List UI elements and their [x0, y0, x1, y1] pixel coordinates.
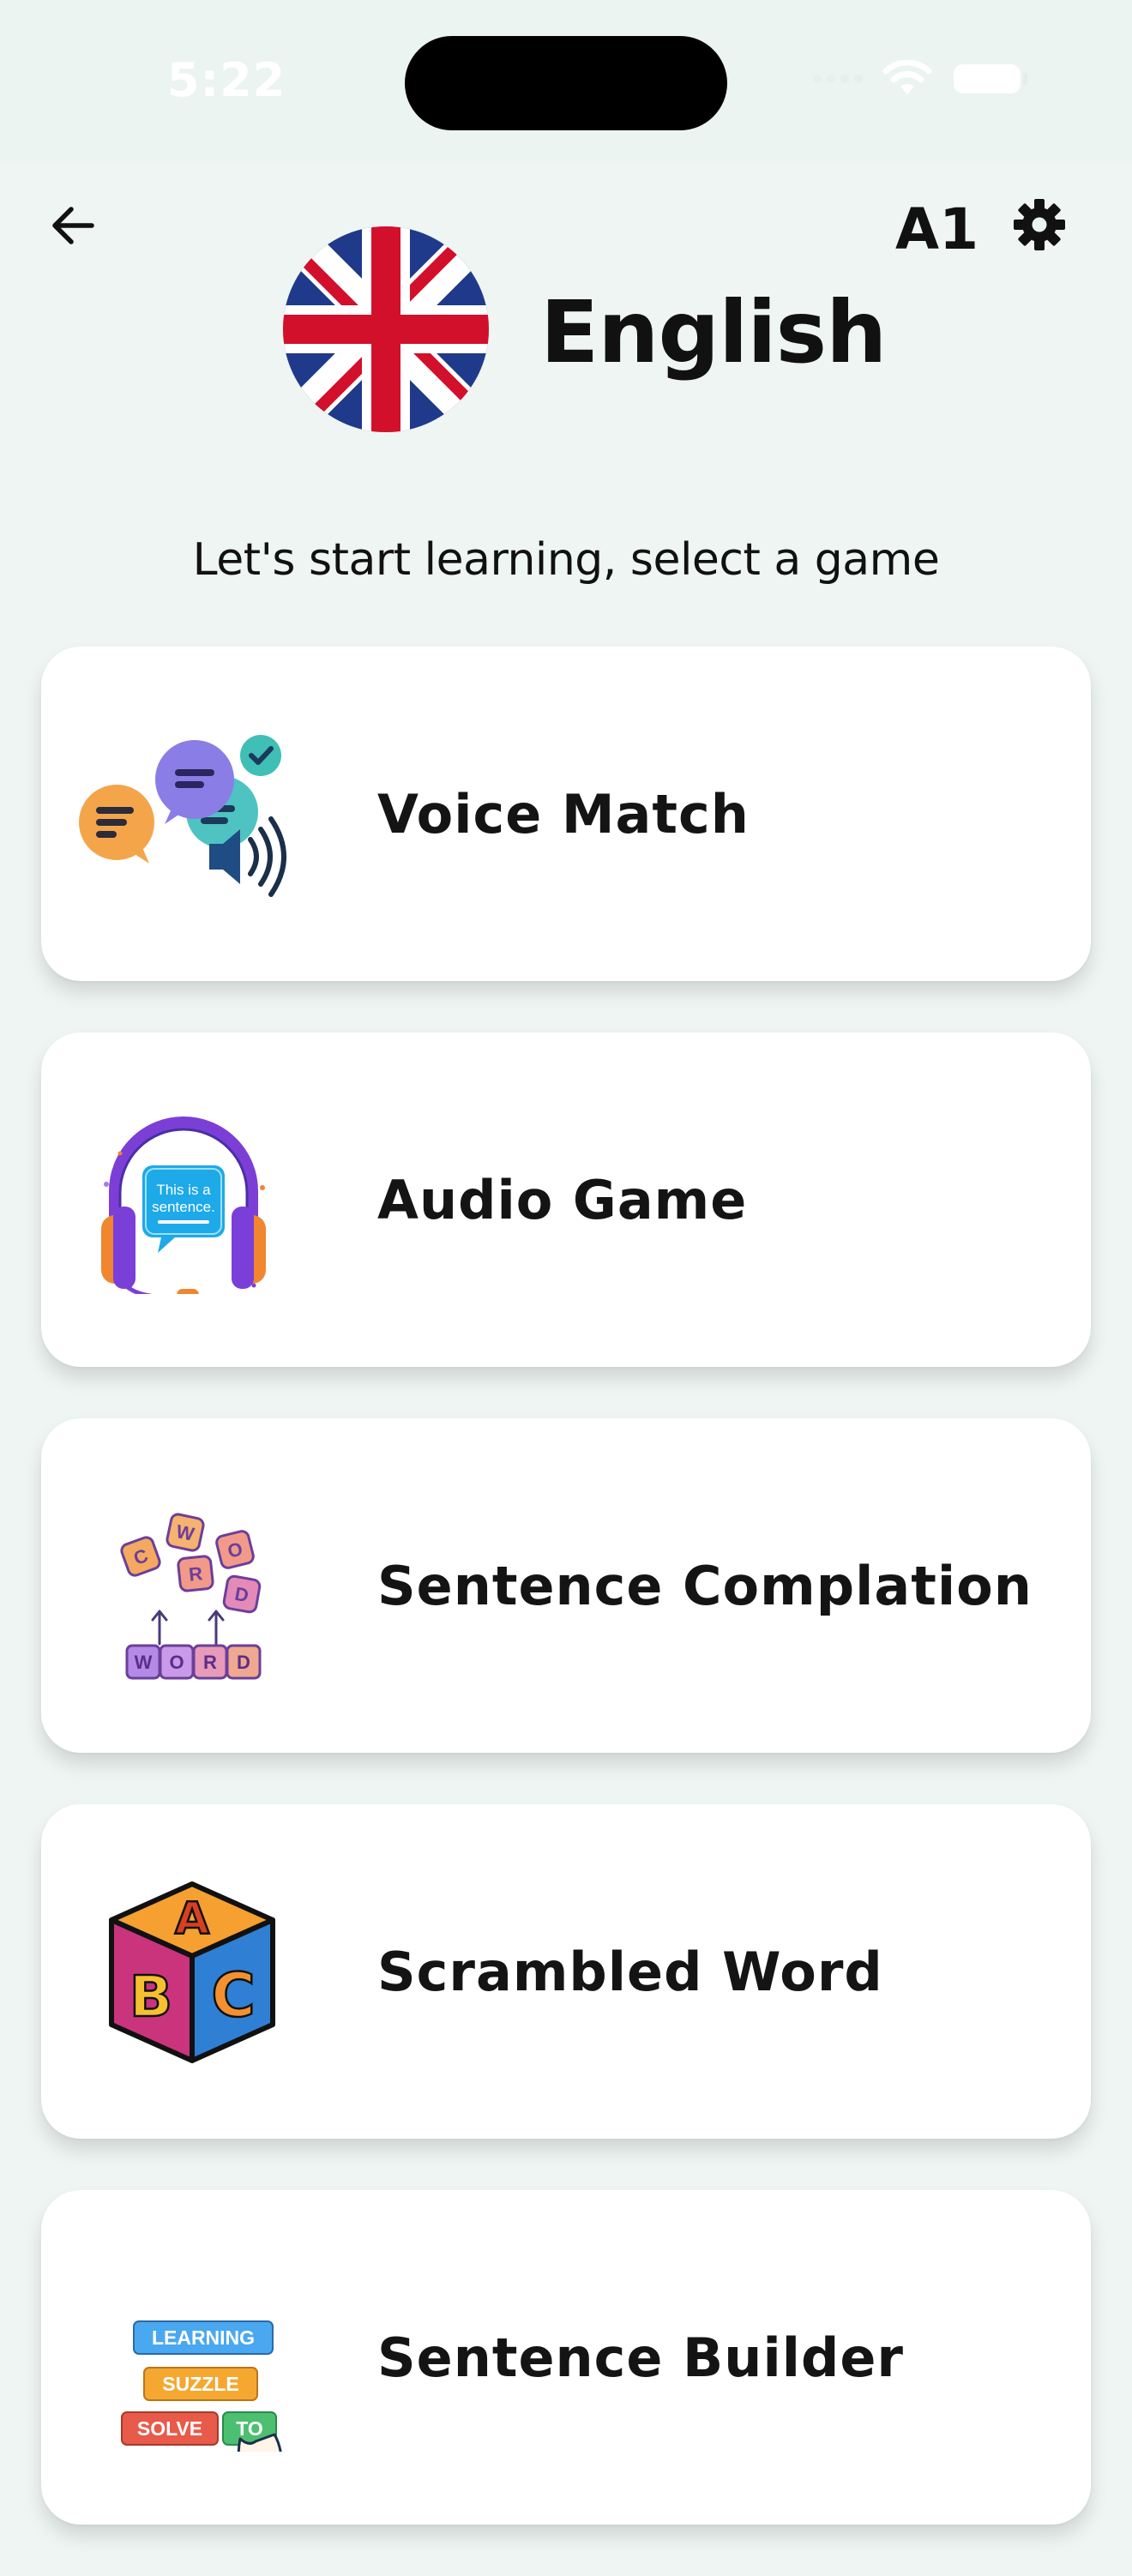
word-blocks-hand-icon: LEARNING SUZZLE SOLVE TO: [72, 2263, 295, 2488]
header: A1 English: [0, 163, 1132, 472]
page-subtitle: Let's start learning, select a game: [192, 534, 940, 586]
status-bar: 5:22: [0, 0, 1132, 163]
tile-letter: O: [169, 1652, 184, 1673]
word-block: SUZZLE: [162, 2373, 238, 2395]
battery-icon: [952, 62, 1029, 96]
tile-letter: W: [135, 1652, 153, 1673]
arrow-left-icon: [49, 202, 97, 253]
wifi-icon: [882, 60, 933, 98]
uk-flag-icon: [283, 226, 489, 432]
status-indicators: [813, 60, 1029, 98]
game-card-sentence-complation[interactable]: C W O R D W O R D Sentence Complation: [41, 1418, 1091, 1753]
tile-letter: R: [188, 1562, 204, 1586]
level-badge[interactable]: A1: [895, 197, 978, 262]
game-label: Sentence Builder: [377, 2326, 904, 2389]
block-letter-a: A: [175, 1893, 209, 1945]
game-list: Voice Match This is a sentence. Audio Ga…: [41, 647, 1091, 2576]
game-card-scrambled-word[interactable]: A B C Scrambled Word: [41, 1804, 1091, 2139]
game-label: Scrambled Word: [377, 1941, 883, 2003]
word-block: TO: [236, 2417, 263, 2440]
tile-letter: D: [237, 1652, 250, 1673]
game-label: Audio Game: [377, 1169, 748, 1231]
tile-letter: R: [203, 1652, 217, 1673]
status-time: 5:22: [167, 53, 286, 107]
word-block: SOLVE: [137, 2417, 202, 2440]
settings-button[interactable]: [1009, 196, 1070, 257]
gear-icon: [1012, 197, 1067, 256]
chat-bubbles-speaker-icon: [72, 719, 295, 908]
language-title: English: [540, 282, 887, 382]
word-tiles-icon: C W O R D W O R D: [72, 1491, 295, 1680]
game-card-audio-game[interactable]: This is a sentence. Audio Game: [41, 1032, 1091, 1367]
block-letter-c: C: [211, 1960, 255, 2031]
game-label: Voice Match: [377, 783, 750, 846]
game-card-voice-match[interactable]: Voice Match: [41, 647, 1091, 981]
icon-text-line2: sentence.: [152, 1199, 215, 1215]
abc-block-icon: A B C: [72, 1877, 295, 2066]
block-letter-b: B: [129, 1964, 172, 2030]
game-label: Sentence Complation: [377, 1555, 1033, 1617]
dynamic-island: [405, 36, 727, 130]
back-button[interactable]: [43, 197, 103, 257]
cellular-signal-icon: [813, 75, 863, 83]
word-block: LEARNING: [152, 2326, 255, 2349]
headphones-sentence-icon: This is a sentence.: [72, 1105, 295, 1301]
icon-text-line1: This is a: [156, 1182, 211, 1198]
game-card-sentence-builder[interactable]: LEARNING SUZZLE SOLVE TO Sentence Builde…: [41, 2190, 1091, 2525]
